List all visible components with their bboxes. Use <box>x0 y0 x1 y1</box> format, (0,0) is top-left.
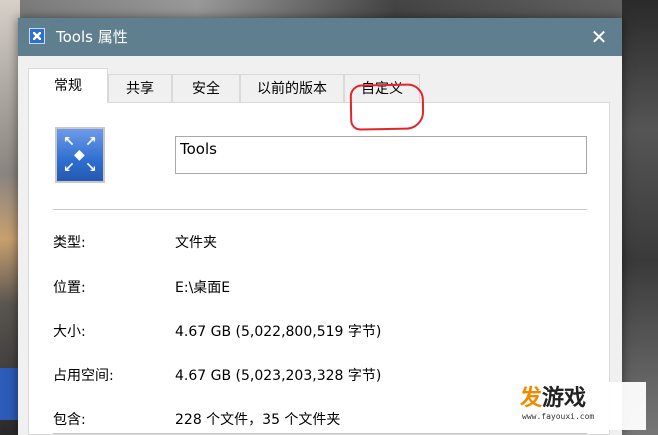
watermark: 发游戏 www.fayouxi.com <box>512 382 646 430</box>
location-label: 位置: <box>53 280 86 296</box>
tab-strip: 常规 共享 安全 以前的版本 自定义 <box>28 68 608 103</box>
watermark-url: www.fayouxi.com <box>522 412 595 421</box>
window-title: Tools 属性 <box>56 28 128 46</box>
watermark-logo-first: 发 <box>520 386 543 411</box>
watermark-logo-rest: 游戏 <box>542 386 587 411</box>
divider-bottom <box>53 433 587 434</box>
desktop-background-right <box>622 0 658 435</box>
contains-value: 228 个文件，35 个文件夹 <box>175 412 341 428</box>
tab-previous-versions[interactable]: 以前的版本 <box>240 74 344 102</box>
close-button[interactable]: ✕ <box>584 22 614 52</box>
close-icon: ✕ <box>590 25 608 49</box>
size-on-disk-value: 4.67 GB (5,023,203,328 字节) <box>175 368 382 384</box>
tab-sharing[interactable]: 共享 <box>108 74 172 102</box>
size-on-disk-label: 占用空间: <box>53 368 114 384</box>
size-label: 大小: <box>53 324 86 340</box>
tab-customize[interactable]: 自定义 <box>344 74 420 102</box>
folder-name-input[interactable] <box>175 136 587 174</box>
tab-security[interactable]: 安全 <box>172 74 240 102</box>
location-value: E:\桌面E <box>175 280 231 296</box>
divider <box>53 209 587 210</box>
expand-arrows-folder-icon: ↖ ↗ ◆ ↙ ↘ <box>55 127 105 183</box>
contains-label: 包含: <box>53 412 86 428</box>
type-value: 文件夹 <box>175 235 217 251</box>
properties-dialog: Tools 属性 ✕ 常规 共享 安全 以前的版本 自定义 ↖ ↗ ◆ ↙ ↘ … <box>18 18 622 435</box>
title-bar[interactable]: Tools 属性 ✕ <box>18 18 622 56</box>
tab-general[interactable]: 常规 <box>28 68 108 103</box>
folder-app-icon <box>29 28 45 44</box>
watermark-logo: 发游戏 <box>520 386 586 412</box>
type-label: 类型: <box>53 235 86 251</box>
desktop-background-top <box>0 0 658 18</box>
desktop-icon-partial <box>0 368 18 420</box>
size-value: 4.67 GB (5,022,800,519 字节) <box>175 324 382 340</box>
